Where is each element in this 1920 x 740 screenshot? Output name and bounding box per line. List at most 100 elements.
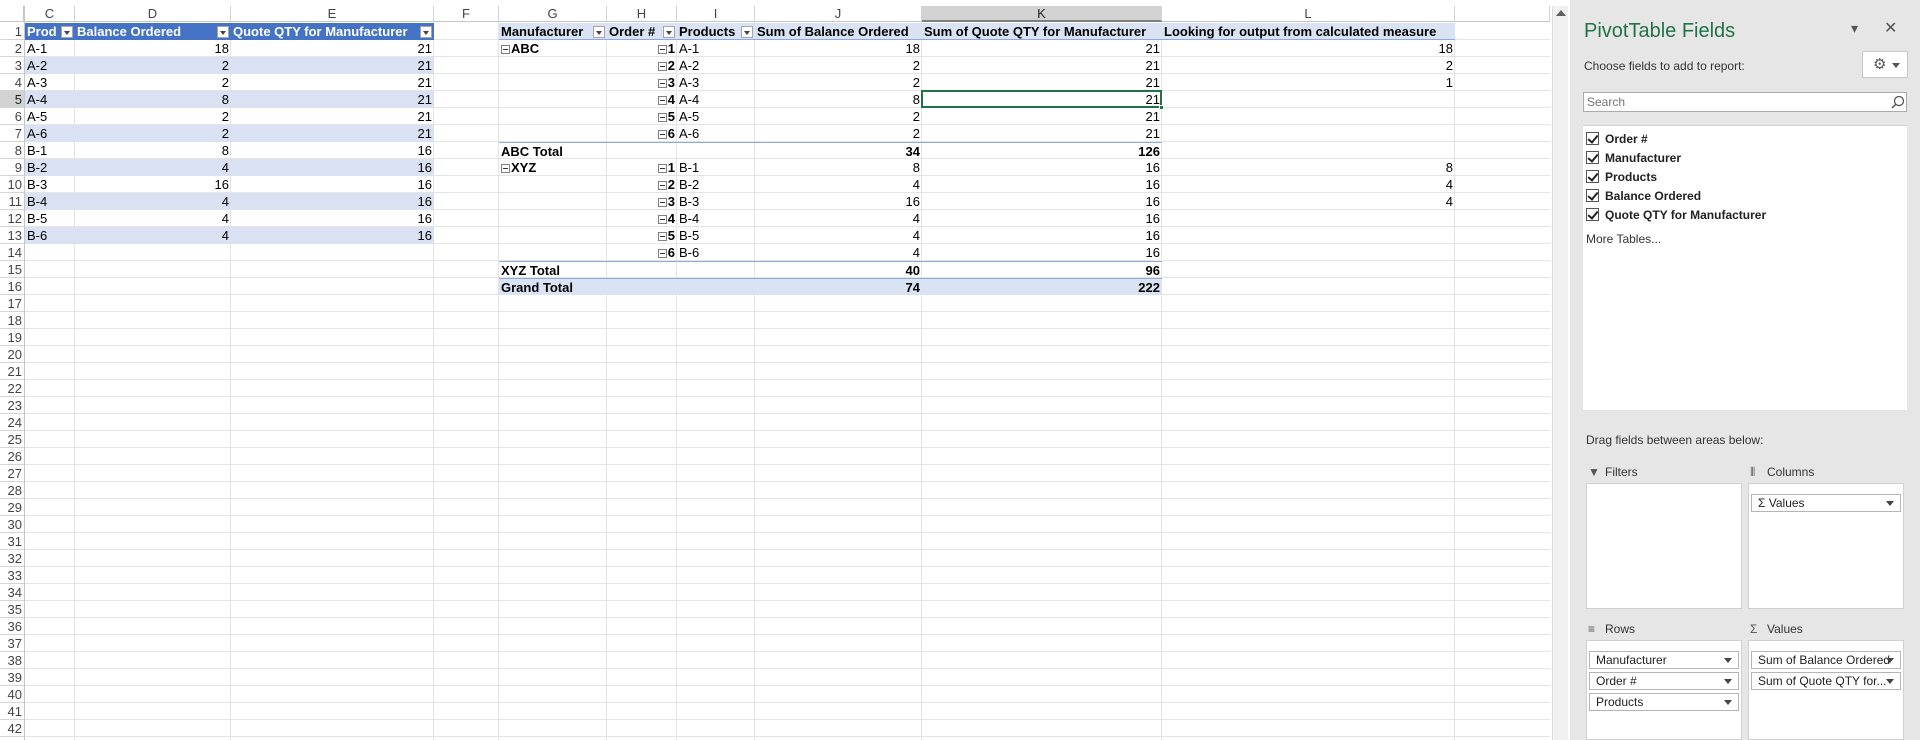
pivot-balance-cell[interactable]: 16 [755, 193, 922, 210]
area-field-pill[interactable]: Σ Values [1751, 494, 1901, 512]
table-cell[interactable]: A-4 [25, 91, 75, 108]
table-cell[interactable]: B-5 [25, 210, 75, 227]
row-header-27[interactable]: 27 [0, 465, 24, 482]
row-header-2[interactable]: 2 [0, 40, 24, 57]
chevron-down-icon[interactable] [1886, 679, 1894, 684]
row-header-12[interactable]: 12 [0, 210, 24, 227]
pivot-product-cell[interactable]: B-3 [677, 193, 755, 210]
collapse-icon[interactable] [657, 181, 667, 190]
pivot-quote-cell[interactable]: 16 [922, 244, 1162, 261]
close-icon[interactable]: ✕ [1884, 18, 1897, 38]
pivot-output-cell[interactable] [1162, 210, 1455, 227]
dropdown-icon[interactable]: ▾ [1851, 20, 1858, 37]
collapse-icon[interactable] [657, 232, 667, 241]
table-cell[interactable]: 2 [75, 108, 231, 125]
collapse-icon[interactable] [657, 62, 667, 71]
chevron-down-icon[interactable] [1886, 501, 1894, 506]
pivot-output-cell[interactable]: 8 [1162, 159, 1455, 176]
area-field-pill[interactable]: Sum of Quote QTY for... [1751, 672, 1901, 690]
pivot-order-cell[interactable]: 1 [607, 159, 677, 176]
values-area[interactable]: Sum of Balance Ordered Sum of Quote QTY f… [1748, 640, 1904, 740]
row-header-3[interactable]: 3 [0, 57, 24, 74]
area-field-pill[interactable]: Order # [1589, 672, 1739, 690]
table-cell[interactable]: A-2 [25, 57, 75, 74]
row-header-20[interactable]: 20 [0, 346, 24, 363]
pivot-output-cell[interactable] [1162, 91, 1455, 108]
pivot-grand-total-quote[interactable]: 222 [922, 278, 1162, 295]
table-cell[interactable]: 8 [75, 91, 231, 108]
pivot-balance-cell[interactable]: 2 [755, 57, 922, 74]
row-header-9[interactable]: 9 [0, 159, 24, 176]
pivot-output-cell[interactable]: 18 [1162, 40, 1455, 57]
pivot-product-cell[interactable]: A-5 [677, 108, 755, 125]
checkbox-checked-icon[interactable] [1586, 189, 1599, 202]
checkbox-checked-icon[interactable] [1586, 170, 1599, 183]
table-cell[interactable]: 21 [231, 40, 434, 57]
row-header-41[interactable]: 41 [0, 703, 24, 720]
pivot-order-cell[interactable]: 6 [607, 125, 677, 142]
pivot-balance-cell[interactable]: 8 [755, 159, 922, 176]
pivot-output-cell[interactable] [1162, 108, 1455, 125]
collapse-icon[interactable] [657, 79, 667, 88]
more-tables-link[interactable]: More Tables... [1586, 232, 1661, 246]
collapse-icon[interactable] [657, 215, 667, 224]
table-header-cell[interactable]: Quote QTY for Manufacturer [231, 23, 434, 40]
chevron-down-icon[interactable] [1886, 658, 1894, 663]
search-input[interactable] [1583, 92, 1907, 112]
checkbox-checked-icon[interactable] [1586, 208, 1599, 221]
pivot-order-cell[interactable]: 2 [607, 57, 677, 74]
pivot-header-cell[interactable]: Sum of Quote QTY for Manufacturer [922, 23, 1162, 40]
row-header-38[interactable]: 38 [0, 652, 24, 669]
pivot-product-cell[interactable]: A-2 [677, 57, 755, 74]
collapse-icon[interactable] [657, 96, 667, 105]
pivot-order-cell[interactable]: 5 [607, 227, 677, 244]
pivot-output-cell[interactable]: 1 [1162, 74, 1455, 91]
collapse-icon[interactable] [657, 113, 667, 122]
pivot-order-cell[interactable]: 2 [607, 176, 677, 193]
row-header-19[interactable]: 19 [0, 329, 24, 346]
pivot-subtotal-blank[interactable] [677, 142, 755, 159]
pivot-product-cell[interactable]: B-5 [677, 227, 755, 244]
table-cell[interactable]: B-1 [25, 142, 75, 159]
table-cell[interactable]: 16 [231, 176, 434, 193]
table-cell[interactable]: 21 [231, 74, 434, 91]
table-cell[interactable]: 16 [231, 159, 434, 176]
pivot-subtotal-label[interactable]: XYZ Total [499, 261, 607, 278]
area-field-pill[interactable]: Sum of Balance Ordered [1751, 651, 1901, 669]
table-cell[interactable]: 8 [75, 142, 231, 159]
row-header-42[interactable]: 42 [0, 720, 24, 737]
pivot-header-cell[interactable]: Sum of Balance Ordered [755, 23, 922, 40]
row-header-15[interactable]: 15 [0, 261, 24, 278]
table-cell[interactable]: B-2 [25, 159, 75, 176]
pivot-quote-cell[interactable]: 16 [922, 193, 1162, 210]
row-header-7[interactable]: 7 [0, 125, 24, 142]
row-header-10[interactable]: 10 [0, 176, 24, 193]
checkbox-checked-icon[interactable] [1586, 132, 1599, 145]
pivot-balance-cell[interactable]: 2 [755, 74, 922, 91]
row-header-35[interactable]: 35 [0, 601, 24, 618]
row-header-11[interactable]: 11 [0, 193, 24, 210]
collapse-icon[interactable] [657, 198, 667, 207]
table-cell[interactable]: A-6 [25, 125, 75, 142]
row-header-1[interactable]: 1 [0, 23, 24, 40]
collapse-icon[interactable] [501, 164, 510, 173]
pivot-balance-cell[interactable]: 2 [755, 125, 922, 142]
field-item[interactable]: Order # [1586, 130, 1648, 146]
chevron-down-icon[interactable] [1724, 679, 1732, 684]
pivot-product-cell[interactable]: B-2 [677, 176, 755, 193]
table-cell[interactable]: 2 [75, 74, 231, 91]
row-header-17[interactable]: 17 [0, 295, 24, 312]
pivot-order-cell[interactable]: 6 [607, 244, 677, 261]
fill-handle[interactable] [1159, 105, 1164, 110]
pivot-balance-cell[interactable]: 8 [755, 91, 922, 108]
table-cell[interactable]: 18 [75, 40, 231, 57]
pivot-order-cell[interactable]: 3 [607, 74, 677, 91]
chevron-down-icon[interactable] [1724, 658, 1732, 663]
pivot-grand-total-blank[interactable] [607, 278, 677, 295]
row-header-24[interactable]: 24 [0, 414, 24, 431]
filter-dropdown-icon[interactable] [217, 26, 229, 38]
table-cell[interactable]: B-6 [25, 227, 75, 244]
table-cell[interactable]: A-5 [25, 108, 75, 125]
row-header-23[interactable]: 23 [0, 397, 24, 414]
pivot-grand-total-balance[interactable]: 74 [755, 278, 922, 295]
